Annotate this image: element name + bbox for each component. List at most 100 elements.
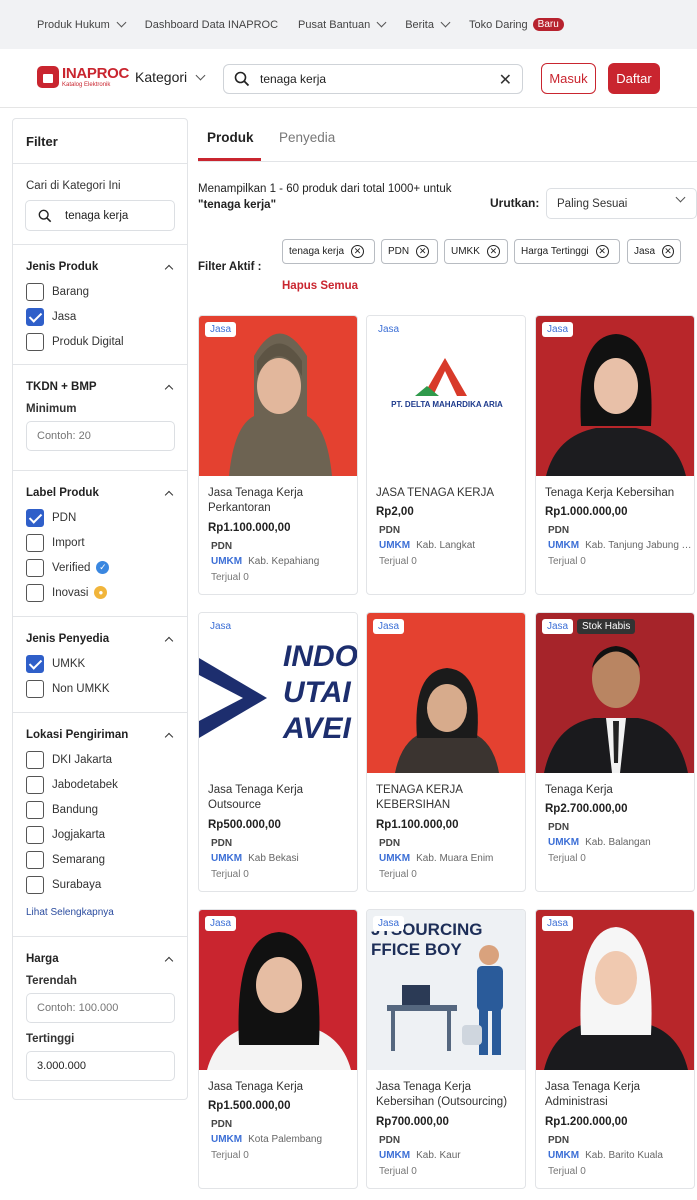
jenis-produk-header[interactable]: Jenis Produk bbox=[26, 257, 174, 277]
checkbox-label: Semarang bbox=[52, 853, 106, 866]
product-image bbox=[199, 316, 357, 476]
checkbox-verified[interactable]: Verified ✓ bbox=[26, 555, 174, 580]
checkbox-label: Surabaya bbox=[52, 878, 102, 891]
checkbox[interactable] bbox=[26, 800, 44, 819]
close-circle-icon[interactable]: ✕ bbox=[662, 245, 674, 258]
lokasi-header[interactable]: Lokasi Pengiriman bbox=[26, 725, 174, 745]
top-utility-bar: Produk Hukum Dashboard Data INAPROC Pusa… bbox=[0, 0, 697, 49]
checkbox-inovasi[interactable]: Inovasi ● bbox=[26, 580, 174, 605]
close-circle-icon[interactable]: ✕ bbox=[351, 245, 365, 258]
topbar-dashboard[interactable]: Dashboard Data INAPROC bbox=[145, 19, 278, 31]
location-text: Kab Bekasi bbox=[248, 853, 299, 864]
checkbox-jogjakarta[interactable]: Jogjakarta bbox=[26, 822, 174, 847]
harga-header[interactable]: Harga bbox=[26, 949, 174, 969]
filter-chip[interactable]: UMKK ✕ bbox=[444, 239, 508, 264]
checkbox-checked[interactable] bbox=[26, 654, 44, 673]
clear-all-filters-link[interactable]: Hapus Semua bbox=[282, 280, 358, 292]
checkbox[interactable] bbox=[26, 558, 44, 577]
register-button[interactable]: Daftar bbox=[608, 63, 660, 94]
checkbox[interactable] bbox=[26, 583, 44, 602]
category-search-box bbox=[25, 200, 175, 231]
verified-icon: ✓ bbox=[96, 561, 110, 574]
filter-chip[interactable]: Jasa ✕ bbox=[627, 239, 681, 264]
search-icon bbox=[38, 209, 52, 222]
sold-count: Terjual 0 bbox=[379, 1166, 417, 1177]
login-button[interactable]: Masuk bbox=[541, 63, 596, 94]
close-circle-icon[interactable]: ✕ bbox=[486, 245, 500, 258]
checkbox-non-umkk[interactable]: Non UMKK bbox=[26, 676, 174, 701]
topbar-toko-daring[interactable]: Toko Daring Baru bbox=[469, 18, 564, 31]
see-more-link[interactable]: Lihat Selengkapnya bbox=[26, 907, 174, 918]
clear-search-icon[interactable]: ✕ bbox=[499, 70, 512, 90]
product-price: Rp1.100.000,00 bbox=[208, 522, 291, 534]
checkbox-umkk[interactable]: UMKK bbox=[26, 651, 174, 676]
jenis-produk-section: Jenis Produk Barang Jasa Produk Digital bbox=[13, 245, 187, 365]
label-produk-header[interactable]: Label Produk bbox=[26, 483, 174, 503]
product-card[interactable]: INDO UTAI AVEI Jasa Jasa Tenaga Kerja Ou… bbox=[198, 612, 358, 892]
product-card[interactable]: Jasa TENAGA KERJA KEBERSIHAN Rp1.100.000… bbox=[366, 612, 526, 892]
checkbox-pdn[interactable]: PDN bbox=[26, 505, 174, 530]
tab-penyedia[interactable]: Penyedia bbox=[279, 130, 335, 145]
checkbox-dki-jakarta[interactable]: DKI Jakarta bbox=[26, 747, 174, 772]
checkbox-produk-digital[interactable]: Produk Digital bbox=[26, 329, 174, 354]
product-price: Rp1.100.000,00 bbox=[376, 819, 459, 831]
inaproc-logo[interactable]: INAPROC Katalog Elektronik bbox=[37, 66, 129, 88]
checkbox-jabodetabek[interactable]: Jabodetabek bbox=[26, 772, 174, 797]
checkbox[interactable] bbox=[26, 679, 44, 698]
product-image bbox=[367, 613, 525, 773]
checkbox-checked[interactable] bbox=[26, 508, 44, 527]
checkbox-barang[interactable]: Barang bbox=[26, 279, 174, 304]
checkbox-jasa[interactable]: Jasa bbox=[26, 304, 174, 329]
vendor-location: UMKM Kab Bekasi bbox=[211, 853, 356, 864]
active-tab-indicator bbox=[198, 158, 261, 161]
main-search-input[interactable] bbox=[260, 72, 480, 86]
product-image bbox=[536, 910, 694, 1070]
checkbox-import[interactable]: Import bbox=[26, 530, 174, 555]
product-card[interactable]: Jasa Jasa Tenaga Kerja Rp1.500.000,00 PD… bbox=[198, 909, 358, 1189]
chip-label: PDN bbox=[388, 246, 410, 257]
close-circle-icon[interactable]: ✕ bbox=[416, 245, 430, 258]
pdn-label: PDN bbox=[548, 525, 570, 536]
harga-high-input[interactable] bbox=[26, 1051, 175, 1081]
filter-chip[interactable]: Harga Tertinggi ✕ bbox=[514, 239, 620, 264]
tab-produk[interactable]: Produk bbox=[207, 130, 254, 145]
kategori-dropdown[interactable]: Kategori bbox=[135, 69, 206, 85]
chevron-down-icon bbox=[440, 17, 451, 28]
product-card[interactable]: Jasa Tenaga Kerja Kebersihan Rp1.000.000… bbox=[535, 315, 695, 595]
product-card[interactable]: JTSOURCING FFICE BOY Jasa Jasa Tenaga Ke… bbox=[366, 909, 526, 1189]
checkbox[interactable] bbox=[26, 775, 44, 794]
product-card[interactable]: PT. DELTA MAHARDIKA ARIA Jasa JASA TENAG… bbox=[366, 315, 526, 595]
topbar-produk-hukum[interactable]: Produk Hukum bbox=[37, 17, 127, 31]
tkdn-min-input[interactable] bbox=[26, 421, 175, 451]
jenis-penyedia-header[interactable]: Jenis Penyedia bbox=[26, 629, 174, 649]
chevron-down-icon bbox=[376, 17, 387, 28]
checkbox-bandung[interactable]: Bandung bbox=[26, 797, 174, 822]
checkbox[interactable] bbox=[26, 750, 44, 769]
filter-chip[interactable]: tenaga kerja ✕ bbox=[282, 239, 375, 264]
pdn-label: PDN bbox=[379, 838, 401, 849]
checkbox-semarang[interactable]: Semarang bbox=[26, 847, 174, 872]
checkbox[interactable] bbox=[26, 282, 44, 301]
checkbox-label: Produk Digital bbox=[52, 335, 124, 348]
checkbox[interactable] bbox=[26, 332, 44, 351]
tkdn-header[interactable]: TKDN + BMP bbox=[26, 377, 174, 397]
close-circle-icon[interactable]: ✕ bbox=[595, 245, 609, 258]
product-price: Rp500.000,00 bbox=[208, 819, 281, 831]
checkbox[interactable] bbox=[26, 533, 44, 552]
checkbox-checked[interactable] bbox=[26, 307, 44, 326]
harga-low-input[interactable] bbox=[26, 993, 175, 1023]
person-photo bbox=[395, 668, 499, 773]
checkbox[interactable] bbox=[26, 850, 44, 869]
checkbox[interactable] bbox=[26, 825, 44, 844]
product-card[interactable]: Jasa Stok Habis Tenaga Kerja Rp2.700.000… bbox=[535, 612, 695, 892]
checkbox-surabaya[interactable]: Surabaya bbox=[26, 872, 174, 897]
sort-select[interactable]: Paling Sesuai bbox=[546, 188, 697, 219]
product-card[interactable]: Jasa Jasa Tenaga Kerja Perkantoran Rp1.1… bbox=[198, 315, 358, 595]
filter-chip[interactable]: PDN ✕ bbox=[381, 239, 438, 264]
category-search-input[interactable] bbox=[65, 209, 165, 222]
topbar-pusat-bantuan[interactable]: Pusat Bantuan bbox=[298, 17, 387, 31]
product-card[interactable]: Jasa Jasa Tenaga Kerja Administrasi Rp1.… bbox=[535, 909, 695, 1189]
topbar-berita[interactable]: Berita bbox=[405, 17, 451, 31]
checkbox-label: Inovasi bbox=[52, 586, 89, 599]
checkbox[interactable] bbox=[26, 875, 44, 894]
